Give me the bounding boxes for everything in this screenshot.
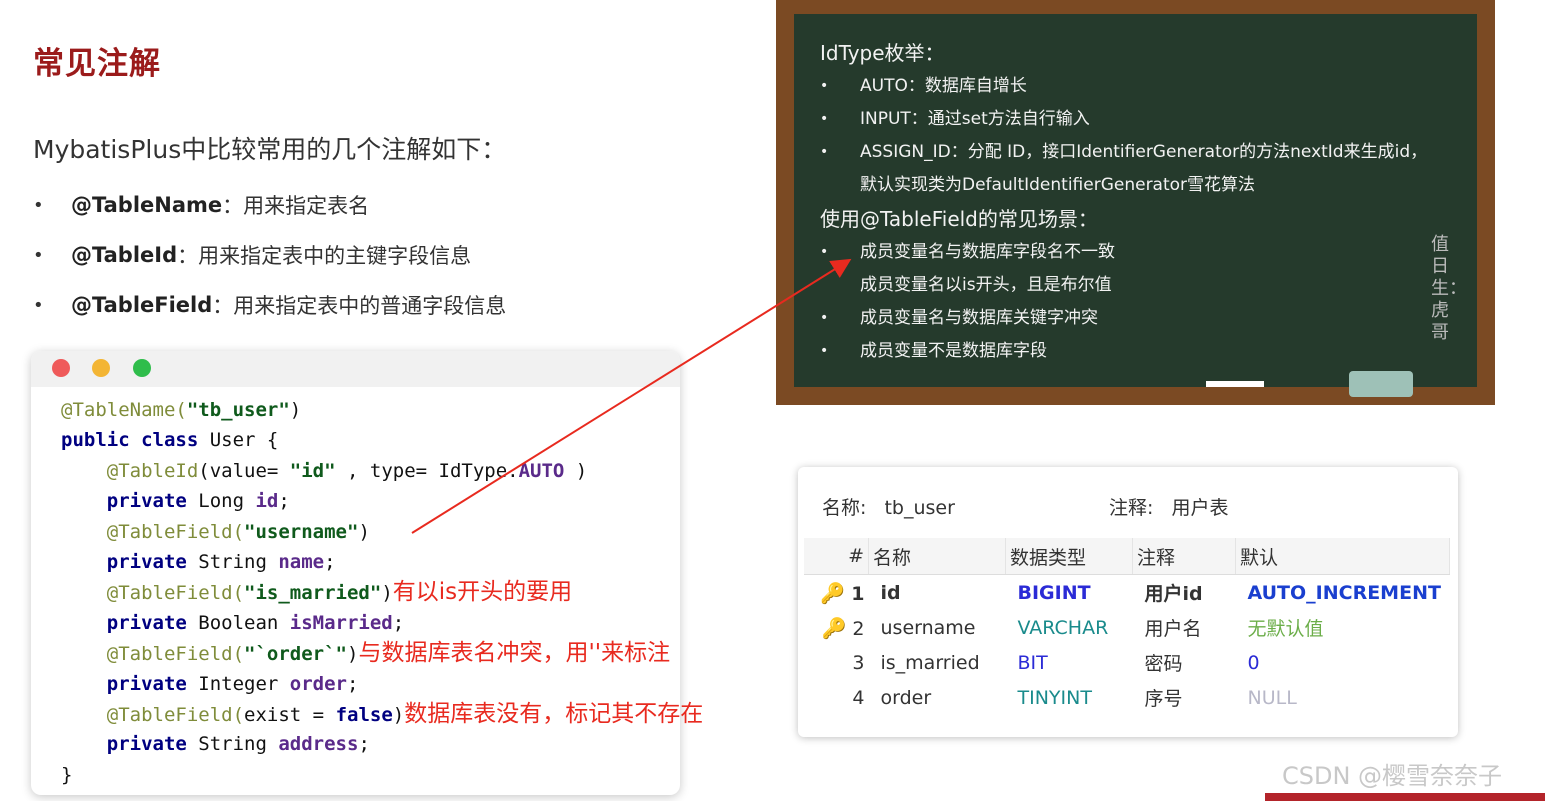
watermark: CSDN @樱雪奈奈子 — [1282, 762, 1503, 790]
footer-bar — [1265, 793, 1545, 801]
pointer-arrow — [411, 258, 852, 534]
